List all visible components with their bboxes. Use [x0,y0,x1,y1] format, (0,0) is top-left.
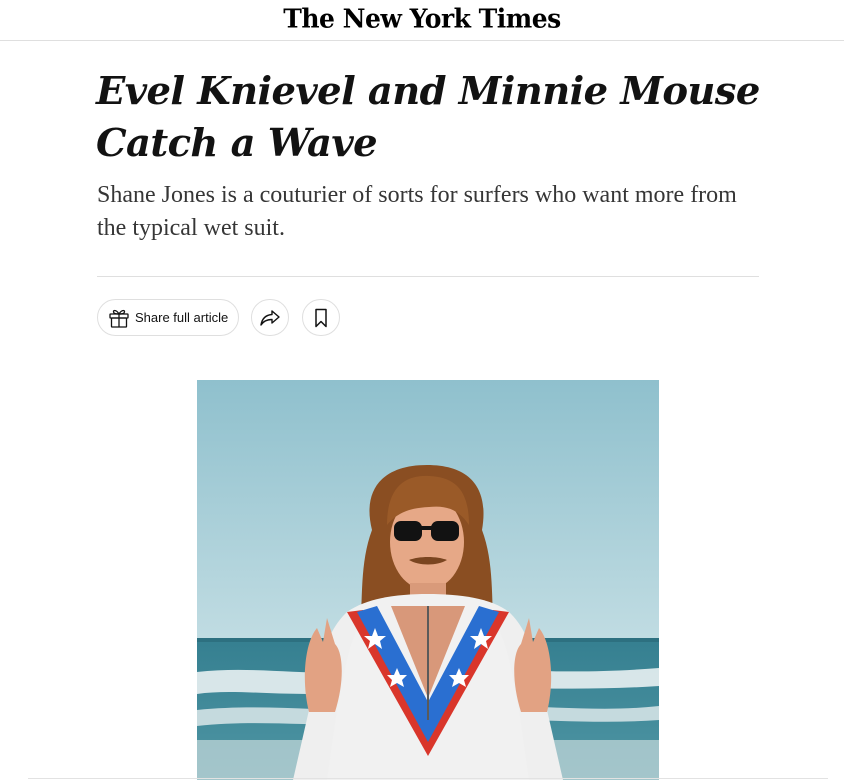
bottom-divider [28,778,828,779]
share-full-article-label: Share full article [135,310,229,325]
article-headline: Evel Knievel and Minnie Mouse Catch a Wa… [96,69,760,166]
masthead: The New York Times [0,0,844,41]
article-summary: Shane Jones is a couturier of sorts for … [97,182,737,241]
share-button[interactable] [251,299,289,336]
nyt-logo[interactable]: The New York Times [283,3,561,33]
bookmark-icon [314,308,328,328]
divider [97,276,759,277]
hero-image[interactable] [197,380,659,780]
share-full-article-button[interactable]: Share full article [97,299,239,336]
save-button[interactable] [302,299,340,336]
gift-icon [108,308,130,328]
share-forward-icon [259,309,281,327]
